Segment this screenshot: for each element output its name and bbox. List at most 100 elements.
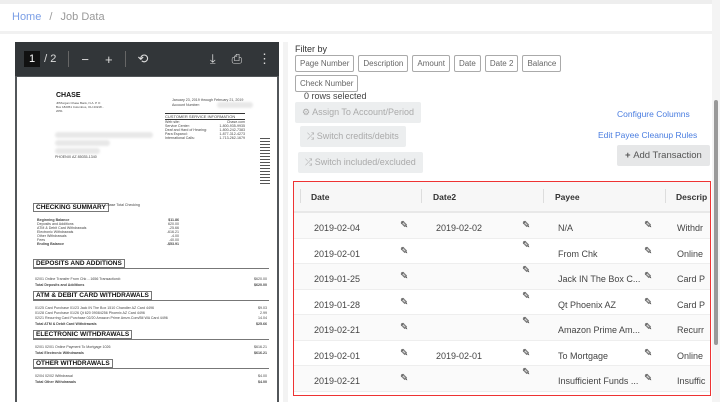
zoom-in-icon[interactable]: + [105,52,113,67]
edit-icon[interactable]: ✎ [644,220,652,231]
electronic-total: Total Electronic Withdrawals [35,351,84,355]
edit-icon[interactable]: ✎ [522,220,530,231]
filter-amount[interactable]: Amount [412,55,450,72]
edit-icon[interactable]: ✎ [400,271,408,282]
filter-chips: Page Number Description Amount Date Date… [295,55,595,92]
edit-icon[interactable]: ✎ [400,220,408,231]
edit-icon[interactable]: ✎ [522,348,530,359]
section-heading: ELECTRONIC WITHDRAWALS [33,330,133,339]
header-payee[interactable]: Payee [555,192,580,202]
edit-icon[interactable]: ✎ [400,373,408,384]
edit-payee-rules-link[interactable]: Edit Payee Cleanup Rules [598,130,697,140]
atm-amount: $9.03 [258,306,267,310]
table-header: Date Date2 Payee Descrip [294,182,710,213]
electronic-total-amount: $616.21 [254,351,267,355]
edit-icon[interactable]: ✎ [644,322,652,333]
summary-subtitle: Chase Total Checking [105,203,140,207]
transactions-table: Date Date2 Payee Descrip 2019-02-04 ✎ 20… [293,181,711,396]
transactions-panel: Filter by Page Number Description Amount… [290,0,712,402]
resize-handle[interactable] [283,42,288,402]
table-row[interactable]: 2019-02-21 ✎ ✎ Insufficient Funds ... ✎ … [294,366,710,392]
configure-columns-link[interactable]: Configure Columns [617,109,690,119]
assign-button[interactable]: ⚙ Assign To Account/Period [295,102,421,123]
plus-icon: + [625,150,634,161]
cell-description: Card P [677,299,706,310]
cell-description: Card P [677,274,706,284]
header-date[interactable]: Date [311,192,329,202]
edit-icon[interactable]: ✎ [644,373,652,384]
edit-icon[interactable]: ✎ [522,367,530,378]
filter-description[interactable]: Description [358,55,409,72]
summary-table: Beginning Balance $11.86 Deposits and Add… [37,218,179,246]
edit-icon[interactable]: ✎ [522,291,530,302]
cell-description: Insuffic [677,376,706,386]
edit-icon[interactable]: ✎ [400,246,408,257]
redacted [55,148,100,154]
edit-icon[interactable]: ✎ [644,348,652,359]
edit-icon[interactable]: ✎ [522,265,530,276]
cell-date: 2019-02-01 [314,248,361,259]
edit-icon[interactable]: ✎ [522,240,530,251]
shuffle-icon: ⤮ [305,157,315,167]
filter-page-number[interactable]: Page Number [295,55,355,72]
breadcrumb-separator: / [49,11,53,23]
other-amount: $4.00 [258,374,267,378]
add-transaction-button[interactable]: + Add Transaction [617,145,710,166]
table-row[interactable]: 2019-02-01 ✎ 2019-02-01 ✎ To Mortgage ✎ … [294,341,710,366]
cell-description: Online [677,248,704,259]
zoom-out-icon[interactable]: − [81,52,89,67]
scrollbar-thumb[interactable] [714,100,718,345]
switch-credits-debits-button[interactable]: ⤮ Switch credits/debits [300,126,406,147]
table-row[interactable]: 2019-01-25 ✎ ✎ Jack IN The Box C... ✎ Ca… [294,264,710,290]
edit-icon[interactable]: ✎ [400,297,408,308]
gear-icon: ⚙ [302,107,313,117]
bank-address: JPMorgan Chase Bank, N.A. P O Box 182051… [56,101,104,113]
account-label: Account Number: [172,103,200,107]
atm-total: Total ATM & Debit Card Withdrawals [35,322,97,326]
edit-icon[interactable]: ✎ [522,316,530,327]
toolbar-separator [124,51,126,67]
table-row[interactable]: 2019-02-01 ✎ ✎ From Chk ✎ Online [294,239,710,264]
page-number-input[interactable]: 1 [24,51,41,67]
cell-date: 2019-01-28 [314,299,361,310]
cell-description: Recurr [677,325,705,335]
more-options-icon[interactable]: ⋮ [258,51,271,67]
table-row[interactable]: 2019-01-28 ✎ ✎ Qt Phoenix AZ ✎ Card P [294,290,710,315]
cell-date: 2019-02-21 [314,376,361,386]
filter-balance[interactable]: Balance [522,55,562,72]
deposit-total-amount: $620.00 [254,283,267,287]
cell-payee: Amazon Prime Am... [558,325,641,335]
edit-icon[interactable]: ✎ [400,322,408,333]
table-row[interactable]: 2019-02-04 ✎ 2019-02-02 ✎ N/A ✎ Withdr [294,213,710,239]
filter-check-number[interactable]: Check Number [295,75,359,92]
section-heading: CHECKING SUMMARY [33,203,109,212]
shuffle-icon: ⤮ [307,131,317,141]
csi-label: International Calls: [165,136,195,140]
header-date2[interactable]: Date2 [433,192,456,202]
edit-icon[interactable]: ✎ [400,348,408,359]
print-icon[interactable]: ⎙ [232,51,242,67]
header-description[interactable]: Descrip [676,192,707,202]
switch-included-excluded-button[interactable]: ⤮ Switch included/excluded [298,152,423,173]
cell-payee: Qt Phoenix AZ [558,299,617,310]
section-heading: OTHER WITHDRAWALS [33,359,113,368]
edit-icon[interactable]: ✎ [644,246,652,257]
breadcrumb-home[interactable]: Home [12,11,41,23]
page-total: / 2 [44,53,57,65]
bank-logo: CHASE [56,92,81,99]
csi-heading: CUSTOMER SERVICE INFORMATION [165,113,245,120]
edit-icon[interactable]: ✎ [644,297,652,308]
filter-date-2[interactable]: Date 2 [484,55,519,72]
redacted [217,102,253,108]
cell-payee: From Chk [558,248,598,259]
cell-payee: To Mortgage [558,350,609,361]
csi-value: 1-713-262-1679 [219,136,245,140]
edit-icon[interactable]: ✎ [644,271,652,282]
download-icon[interactable]: ⤓ [210,51,216,67]
table-row[interactable]: 2019-02-21 ✎ ✎ Amazon Prime Am... ✎ Recu… [294,315,710,341]
section-rule [33,268,269,269]
rotate-icon[interactable]: ⟲ [138,51,149,67]
cell-date2: 2019-02-02 [436,223,483,233]
filter-date[interactable]: Date [453,55,481,72]
cell-description: Withdr [677,223,704,233]
